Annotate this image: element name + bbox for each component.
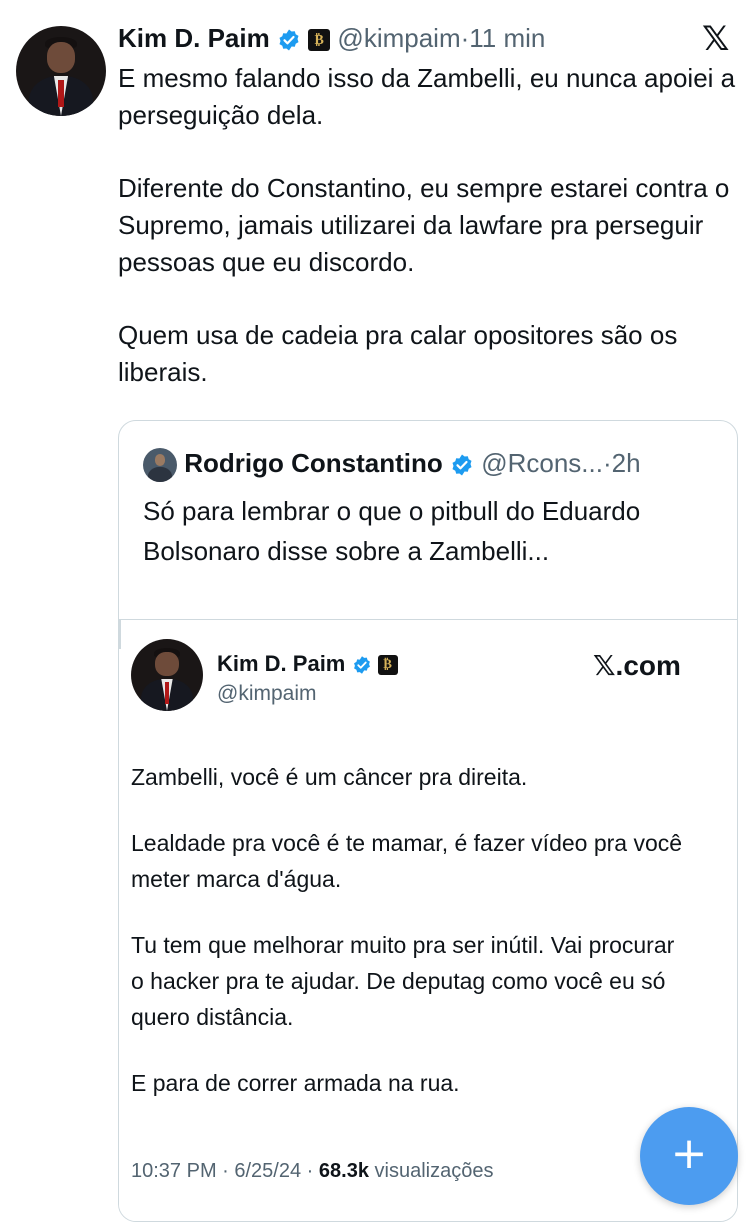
embedded-meta: 10:37 PM · 6/25/24 · 68.3k visualizações (131, 1156, 493, 1186)
header-separator: · (460, 23, 470, 53)
embedded-author-name: Kim D. Paim (217, 651, 346, 676)
x-logo-icon[interactable]: 𝕏 (702, 20, 729, 58)
embedded-paragraph: E para de correr armada na rua. (131, 1070, 460, 1096)
embedded-author-avatar (131, 639, 203, 711)
embedded-author-line: Kim D. Paim ₿ (217, 649, 398, 679)
embedded-views-count: 68.3k (318, 1160, 369, 1182)
divider (119, 619, 121, 649)
quote-separator: · (602, 448, 612, 478)
verified-badge-icon (279, 29, 299, 51)
affiliate-badge-icon: ₿ (308, 29, 331, 52)
quote-author-name[interactable]: Rodrigo Constantino (184, 448, 443, 478)
quote-tweet-card[interactable]: Rodrigo Constantino @Rcons...·2h Só para… (118, 420, 738, 1222)
embedded-tweet-text: Zambelli, você é um câncer pra direita. … (131, 759, 691, 1131)
plus-icon: + (670, 1128, 708, 1179)
author-name[interactable]: Kim D. Paim (118, 23, 270, 53)
embedded-paragraph: Lealdade pra você é te mamar, é fazer ví… (131, 830, 683, 892)
quote-text: Só para lembrar o que o pitbull do Eduar… (143, 496, 641, 566)
author-handle[interactable]: @kimpaim (337, 23, 460, 53)
verified-badge-icon (452, 454, 472, 476)
tweet-text: E mesmo falando isso da Zambelli, eu nun… (118, 60, 738, 427)
author-avatar[interactable] (16, 26, 106, 116)
tweet-header: Kim D. Paim ₿ @kimpaim·11 min (118, 18, 545, 58)
quote-time[interactable]: 2h (612, 448, 641, 478)
tweet-paragraph: E mesmo falando isso da Zambelli, eu nun… (118, 63, 736, 130)
embedded-paragraph: Tu tem que melhorar muito pra ser inútil… (131, 932, 675, 1030)
embedded-author-handle: @kimpaim (217, 682, 317, 705)
quote-author-handle[interactable]: @Rcons... (481, 448, 603, 478)
tweet-time[interactable]: 11 min (469, 23, 545, 53)
tweet-paragraph: Diferente do Constantino, eu sempre esta… (118, 173, 730, 277)
quote-author-avatar[interactable] (143, 448, 177, 483)
affiliate-badge-icon: ₿ (377, 655, 398, 676)
verified-badge-icon (353, 656, 370, 674)
quote-header: Rodrigo Constantino @Rcons...·2h (143, 445, 641, 483)
tweet-paragraph: Quem usa de cadeia pra calar opositores … (118, 320, 678, 387)
x-com-label: 𝕏.com (593, 650, 681, 681)
embedded-views-label: visualizações (368, 1160, 494, 1182)
compose-button[interactable]: + (640, 1107, 738, 1205)
embedded-timestamp: 10:37 PM · 6/25/24 · (131, 1160, 319, 1182)
embedded-paragraph: Zambelli, você é um câncer pra direita. (131, 764, 528, 790)
